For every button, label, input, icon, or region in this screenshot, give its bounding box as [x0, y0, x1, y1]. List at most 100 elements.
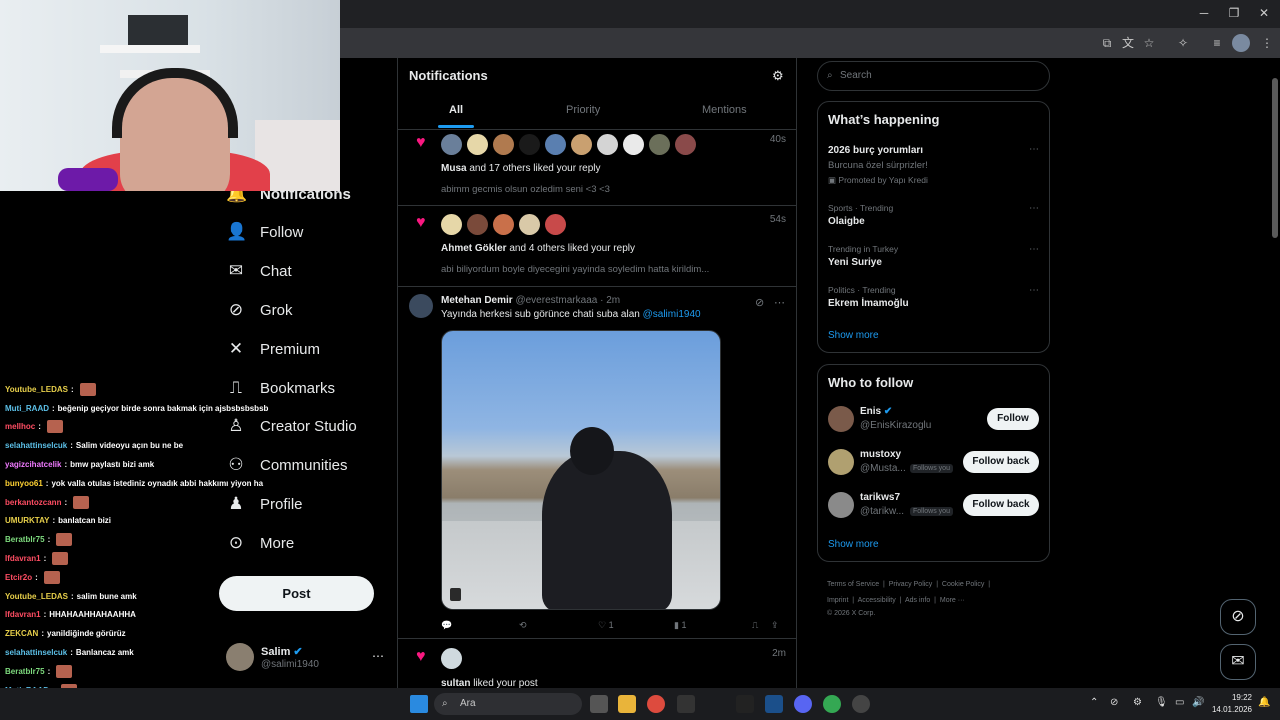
chat-username[interactable]: Youtube_LEDAS [5, 592, 68, 601]
chat-username[interactable]: Ifdavran1 [5, 554, 41, 563]
retweet-icon[interactable]: ⟲ [519, 620, 527, 631]
sidebar-item-chat[interactable]: ✉ Chat [226, 256, 292, 286]
avatar[interactable] [545, 214, 566, 235]
task-view-icon[interactable] [590, 695, 608, 713]
follow-back-button[interactable]: Follow back [963, 451, 1039, 473]
bookmark-star-icon[interactable]: ☆ [1140, 34, 1158, 52]
notification-bell-icon[interactable]: 🔔 [1258, 697, 1270, 708]
search-input[interactable]: ⌕ Search [817, 61, 1050, 91]
footer-link[interactable]: Terms of Service [827, 581, 879, 588]
app-icon[interactable] [852, 695, 870, 713]
microphone-icon[interactable]: 🎙 [1155, 697, 1168, 708]
avatar[interactable] [545, 134, 566, 155]
chat-username[interactable]: ZEKCAN [5, 629, 38, 638]
reply-icon[interactable]: 💬 [441, 620, 452, 631]
footer-link[interactable]: More ··· [940, 597, 965, 604]
actor-name[interactable]: Ahmet Gökler [441, 243, 507, 254]
mention-link[interactable]: @salimi1940 [643, 309, 701, 320]
close-window-button[interactable]: ✕ [1254, 6, 1274, 20]
trend-name[interactable]: Olaigbe [828, 216, 865, 227]
volume-icon[interactable]: 🔊 [1192, 697, 1204, 708]
scrollbar-thumb[interactable] [1272, 78, 1278, 238]
settings-gear-icon[interactable]: ⚙ [772, 68, 784, 84]
browser-menu-icon[interactable]: ⋮ [1258, 34, 1276, 52]
app-icon[interactable] [736, 695, 754, 713]
grok-floating-button[interactable]: ⊘ [1220, 599, 1256, 635]
like-button[interactable]: ♡ 1 [598, 620, 614, 631]
tray-app-icon[interactable]: ⊘ [1110, 697, 1118, 708]
avatar[interactable] [493, 214, 514, 235]
tab-mentions[interactable]: Mentions [702, 104, 747, 116]
avatar[interactable] [828, 406, 854, 432]
taskbar-search-input[interactable]: ⌕ Ara [434, 693, 582, 715]
notification-item[interactable]: ♥ 54s Ahmet Gökler and 4 others liked yo… [398, 206, 796, 287]
steam-icon[interactable] [765, 695, 783, 713]
avatar[interactable] [441, 134, 462, 155]
sidebar-item-premium[interactable]: ✕ Premium [226, 334, 320, 364]
chat-username[interactable]: selahattinselcuk [5, 441, 67, 450]
more-icon[interactable]: ⋯ [1029, 244, 1039, 255]
discord-icon[interactable] [794, 695, 812, 713]
views-button[interactable]: ▮ 1 [674, 620, 686, 631]
install-app-icon[interactable]: ⧉ [1098, 34, 1116, 52]
share-icon[interactable]: ⇪ [771, 620, 779, 631]
chat-username[interactable]: Youtube_LEDAS [5, 385, 68, 394]
avatar[interactable] [441, 214, 462, 235]
app-icon[interactable] [677, 695, 695, 713]
avatar[interactable] [828, 492, 854, 518]
chat-username[interactable]: mellhoc [5, 422, 35, 431]
messages-floating-button[interactable]: ✉ [1220, 644, 1256, 680]
actor-name[interactable]: Musa [441, 163, 467, 174]
tray-expand-icon[interactable]: ⌃ [1090, 697, 1098, 708]
chrome-active-icon[interactable] [823, 695, 841, 713]
maximize-button[interactable]: ❐ [1224, 6, 1244, 20]
tweet-video[interactable] [441, 330, 721, 610]
browser-profile-avatar[interactable] [1232, 34, 1250, 52]
avatar[interactable] [623, 134, 644, 155]
user-name[interactable]: mustoxy [860, 449, 901, 460]
tab-all[interactable]: All [449, 104, 463, 116]
avatar[interactable] [467, 214, 488, 235]
more-icon[interactable]: ⋯ [1029, 203, 1039, 214]
user-name[interactable]: Enis ✔ [860, 406, 892, 417]
user-name[interactable]: tarikws7 [860, 492, 900, 503]
avatar[interactable] [409, 294, 433, 318]
follow-button[interactable]: Follow [987, 408, 1039, 430]
more-icon[interactable]: ⋯ [774, 296, 785, 309]
avatar[interactable] [441, 648, 462, 669]
author-name[interactable]: Metehan Demir [441, 295, 513, 306]
avatar[interactable] [675, 134, 696, 155]
windows-start-icon[interactable] [410, 695, 428, 713]
follow-back-button[interactable]: Follow back [963, 494, 1039, 516]
minimize-button[interactable]: ─ [1194, 6, 1214, 20]
chat-username[interactable]: bunyoo61 [5, 479, 43, 488]
more-icon[interactable]: ⋯ [1029, 285, 1039, 296]
avatar[interactable] [467, 134, 488, 155]
chat-username[interactable]: UMURKTAY [5, 516, 49, 525]
trend-name[interactable]: Yeni Suriye [828, 257, 882, 268]
more-icon[interactable]: ⋯ [372, 649, 384, 663]
chat-username[interactable]: Etcir2o [5, 573, 32, 582]
show-more-link[interactable]: Show more [828, 330, 879, 341]
trend-name[interactable]: 2026 burç yorumları [828, 145, 923, 156]
network-icon[interactable]: ▭ [1175, 697, 1184, 708]
avatar[interactable] [597, 134, 618, 155]
show-more-link[interactable]: Show more [828, 539, 879, 550]
footer-link[interactable]: Accessibility [858, 597, 896, 604]
avatar[interactable] [493, 134, 514, 155]
avatar[interactable] [828, 449, 854, 475]
sidebar-item-follow[interactable]: 👤 Follow [226, 217, 303, 247]
taskbar-clock[interactable]: 19:22 14.01.2026 [1206, 692, 1252, 716]
chrome-icon[interactable] [647, 695, 665, 713]
extensions-icon[interactable]: ✧ [1174, 34, 1192, 52]
avatar[interactable] [519, 134, 540, 155]
trend-name[interactable]: Ekrem İmamoğlu [828, 298, 909, 309]
author-handle[interactable]: @everestmarkaaa · 2m [515, 295, 620, 306]
avatar[interactable] [519, 214, 540, 235]
footer-link[interactable]: Imprint [827, 597, 848, 604]
bookmark-icon[interactable]: ⎍ [752, 620, 758, 631]
footer-link[interactable]: Cookie Policy [942, 581, 984, 588]
file-explorer-icon[interactable] [618, 695, 636, 713]
chat-username[interactable]: Ifdavran1 [5, 610, 41, 619]
reading-list-icon[interactable]: ≡ [1208, 34, 1226, 52]
